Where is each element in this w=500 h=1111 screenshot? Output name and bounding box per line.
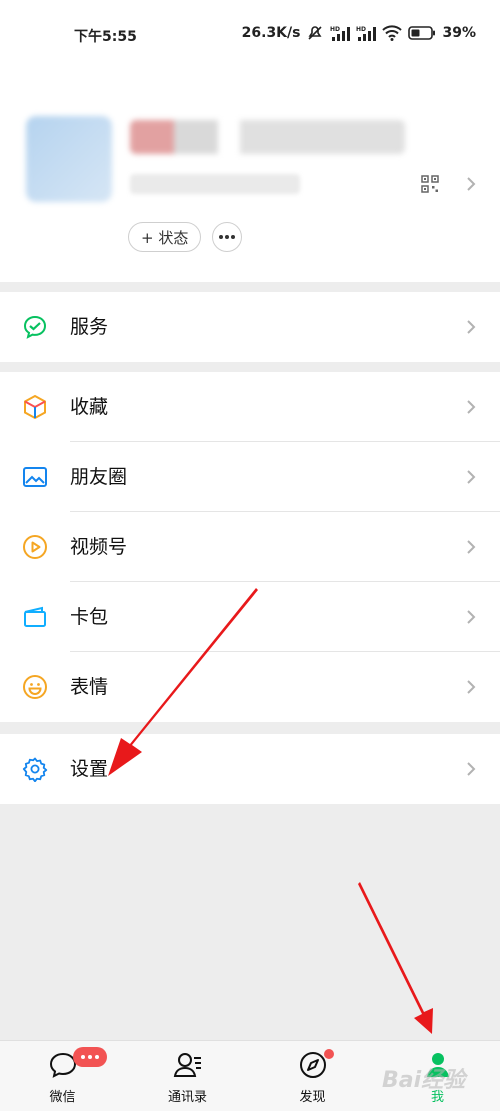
moments-label: 朋友圈 — [70, 466, 128, 488]
tab-contacts-label: 通讯录 — [167, 1090, 207, 1105]
gear-icon — [22, 757, 48, 782]
tab-chats[interactable]: 微信 — [0, 1041, 125, 1111]
settings-label: 设置 — [70, 758, 109, 780]
contacts-icon — [173, 1053, 201, 1077]
status-indicators: 26.3K/s HD HD 39% — [242, 24, 476, 42]
menu-item-service[interactable]: 服务 — [0, 292, 500, 362]
tab-chats-label: 微信 — [49, 1090, 76, 1105]
net-speed: 26.3K/s — [241, 25, 301, 41]
service-icon — [23, 315, 47, 339]
more-options-button[interactable] — [212, 222, 242, 252]
chevron-right-icon — [467, 680, 476, 694]
menu-item-moments[interactable]: 朋友圈 — [0, 442, 500, 512]
service-label: 服务 — [70, 316, 109, 338]
chevron-right-icon — [467, 470, 476, 484]
discover-red-dot — [324, 1049, 334, 1059]
wifi-icon — [382, 25, 403, 41]
svg-text:HD: HD — [356, 26, 366, 33]
stickers-label: 表情 — [70, 676, 109, 698]
svg-text:HD: HD — [330, 26, 340, 33]
status-time: 下午5:55 — [74, 29, 137, 45]
menu-item-settings[interactable]: 设置 — [0, 734, 500, 804]
arrow-to-me-tab — [358, 882, 433, 1034]
chevron-right-icon — [467, 540, 476, 554]
unread-badge — [73, 1047, 107, 1067]
qr-code-icon[interactable] — [420, 174, 440, 194]
menu-item-stickers[interactable]: 表情 — [0, 652, 500, 722]
mute-icon — [308, 26, 323, 40]
channels-play-icon — [23, 535, 47, 559]
moments-image-icon — [23, 467, 47, 487]
menu-item-cards[interactable]: 卡包 — [0, 582, 500, 652]
menu-item-channels[interactable]: 视频号 — [0, 512, 500, 582]
add-status-label: + 状态 — [141, 228, 189, 247]
menu-item-favorites[interactable]: 收藏 — [0, 372, 500, 442]
card-wallet-icon — [24, 606, 46, 627]
chevron-right-icon — [467, 177, 476, 191]
channels-label: 视频号 — [70, 536, 128, 558]
chevron-right-icon — [467, 320, 476, 334]
signal-icon-2: HD — [356, 26, 377, 41]
tab-discover-label: 发现 — [299, 1090, 326, 1105]
profile-header[interactable]: + 状态 — [0, 70, 500, 282]
signal-icon-1: HD — [330, 26, 351, 41]
nickname-redacted — [130, 120, 405, 154]
favorites-cube-icon — [24, 394, 46, 420]
favorites-label: 收藏 — [70, 396, 109, 418]
more-dots-icon — [219, 235, 235, 239]
chevron-right-icon — [467, 400, 476, 414]
baidu-watermark: Bai经验 — [382, 1068, 466, 1093]
battery-level: 39% — [442, 25, 476, 41]
chevron-right-icon — [467, 610, 476, 624]
cards-label: 卡包 — [70, 606, 109, 628]
avatar[interactable] — [26, 116, 112, 202]
wechat-id-redacted — [130, 174, 300, 194]
sticker-smile-icon — [23, 675, 47, 699]
battery-icon — [408, 26, 436, 40]
tab-contacts[interactable]: 通讯录 — [125, 1041, 250, 1111]
add-status-button[interactable]: + 状态 — [128, 222, 202, 252]
tab-discover[interactable]: 发现 — [250, 1041, 375, 1111]
status-bar: 下午5:55 26.3K/s HD HD 39% — [0, 0, 500, 70]
chevron-right-icon — [467, 762, 476, 776]
